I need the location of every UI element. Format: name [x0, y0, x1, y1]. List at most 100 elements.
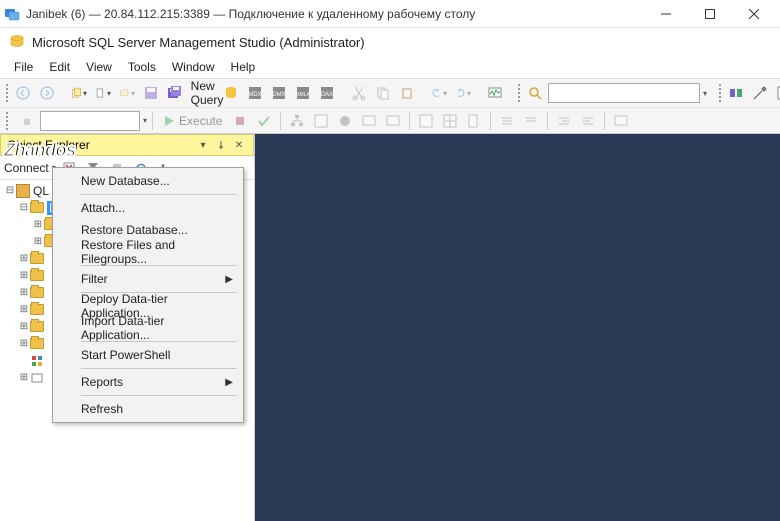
- menu-window[interactable]: Window: [164, 58, 223, 76]
- toolbar-row-1: ▾ ▾ ▾ New Query MDX DMX XMLA DAX ▾ ▾ ▾: [0, 79, 780, 107]
- svg-text:DMX: DMX: [272, 92, 285, 98]
- template-browser-button[interactable]: [773, 82, 780, 104]
- cm-restore-files[interactable]: Restore Files and Filegroups...: [55, 241, 241, 263]
- xevent-icon: [30, 371, 44, 385]
- svg-text:▦: ▦: [23, 117, 31, 126]
- close-button[interactable]: [732, 0, 776, 28]
- xmla-query-button[interactable]: XMLA: [292, 82, 314, 104]
- open-file-button[interactable]: ▾: [116, 82, 138, 104]
- search-input[interactable]: [548, 83, 700, 103]
- display-plan-button: [286, 110, 308, 132]
- menu-tools[interactable]: Tools: [120, 58, 164, 76]
- search-dropdown[interactable]: ▾: [703, 89, 707, 98]
- submenu-arrow-icon: ▶: [225, 274, 233, 285]
- cm-filter[interactable]: Filter ▶: [55, 268, 241, 290]
- toolbar-grip[interactable]: [6, 112, 12, 130]
- cm-label: Start PowerShell: [81, 348, 170, 362]
- new-project-button[interactable]: ▾: [68, 82, 90, 104]
- new-query-button[interactable]: New Query: [196, 82, 218, 104]
- expand-icon[interactable]: ⊞: [18, 253, 30, 264]
- toolbar-grip[interactable]: [6, 84, 8, 102]
- outdent-button: [577, 110, 599, 132]
- maximize-button[interactable]: [688, 0, 732, 28]
- folder-icon: [30, 321, 44, 332]
- cm-start-powershell[interactable]: Start PowerShell: [55, 344, 241, 366]
- rdp-title: Janibek (6) — 20.84.112.215:3389 — Подкл…: [26, 7, 644, 21]
- close-panel-button[interactable]: ✕: [231, 137, 247, 153]
- nav-back-button: [12, 82, 34, 104]
- folder-icon: [30, 253, 44, 264]
- cancel-query-button: [229, 110, 251, 132]
- expand-icon[interactable]: ⊞: [18, 270, 30, 281]
- cm-label: New Database...: [81, 174, 170, 188]
- toolbar-separator: [547, 112, 548, 130]
- save-all-button[interactable]: [164, 82, 186, 104]
- pin-icon[interactable]: [213, 137, 229, 153]
- indent-button: [553, 110, 575, 132]
- specify-values-button: [610, 110, 632, 132]
- folder-icon: [30, 287, 44, 298]
- menu-view[interactable]: View: [78, 58, 120, 76]
- toolbar-separator: [152, 112, 153, 130]
- client-stats-button: [382, 110, 404, 132]
- find-button[interactable]: [524, 82, 546, 104]
- collapse-icon[interactable]: ⊟: [18, 202, 30, 213]
- results-grid-button: [439, 110, 461, 132]
- cm-new-database[interactable]: New Database...: [55, 170, 241, 192]
- expand-icon[interactable]: ⊞: [18, 321, 30, 332]
- results-text-button: [415, 110, 437, 132]
- expand-icon[interactable]: ⊞: [18, 287, 30, 298]
- expand-icon[interactable]: ⊞: [18, 304, 30, 315]
- svg-text:MDX: MDX: [248, 92, 261, 98]
- cm-label: Reports: [81, 375, 123, 389]
- connect-button[interactable]: Connect: [4, 161, 49, 175]
- registered-servers-button[interactable]: [725, 82, 747, 104]
- folder-icon: [30, 338, 44, 349]
- expand-icon[interactable]: ⊞: [32, 236, 44, 247]
- include-plan-button: [310, 110, 332, 132]
- integration-services-icon: [30, 354, 44, 368]
- menu-file[interactable]: File: [6, 58, 41, 76]
- toolbar-grip[interactable]: [719, 84, 721, 102]
- menu-help[interactable]: Help: [223, 58, 264, 76]
- cm-label: Filter: [81, 272, 108, 286]
- cm-separator: [81, 368, 237, 369]
- object-explorer-header[interactable]: Object Explorer ▾ ✕: [0, 134, 254, 156]
- minimize-button[interactable]: [644, 0, 688, 28]
- toolbar-row-2: ▦ ▾ Execute: [0, 107, 780, 133]
- cm-attach[interactable]: Attach...: [55, 197, 241, 219]
- mdx-query-button[interactable]: MDX: [244, 82, 266, 104]
- database-combo-dropdown: ▾: [143, 116, 147, 125]
- cm-import-datatier[interactable]: Import Data-tier Application...: [55, 317, 241, 339]
- expand-icon[interactable]: ⊞: [32, 219, 44, 230]
- database-engine-query-button[interactable]: [220, 82, 242, 104]
- nav-forward-button: [36, 82, 58, 104]
- save-button: [140, 82, 162, 104]
- query-options-button: [334, 110, 356, 132]
- activity-monitor-button[interactable]: [484, 82, 506, 104]
- parse-button: [253, 110, 275, 132]
- expand-icon[interactable]: ⊞: [18, 338, 30, 349]
- menu-edit[interactable]: Edit: [41, 58, 78, 76]
- cm-separator: [81, 194, 237, 195]
- cm-refresh[interactable]: Refresh: [55, 398, 241, 420]
- expand-icon[interactable]: ⊞: [18, 372, 30, 383]
- panel-position-button[interactable]: ▾: [195, 137, 211, 153]
- ssms-icon: [8, 33, 26, 51]
- cm-label: Refresh: [81, 402, 123, 416]
- expand-icon: [18, 355, 30, 366]
- cm-reports[interactable]: Reports ▶: [55, 371, 241, 393]
- properties-button[interactable]: [749, 82, 771, 104]
- folder-icon: [30, 202, 44, 213]
- document-well: [255, 134, 780, 521]
- new-file-button[interactable]: ▾: [92, 82, 114, 104]
- dmx-query-button[interactable]: DMX: [268, 82, 290, 104]
- toolbar-grip[interactable]: [518, 84, 520, 102]
- folder-icon: [30, 270, 44, 281]
- toolbar-area: ▾ ▾ ▾ New Query MDX DMX XMLA DAX ▾ ▾ ▾: [0, 78, 780, 134]
- live-stats-button: [358, 110, 380, 132]
- toolbar-separator: [409, 112, 410, 130]
- dax-query-button[interactable]: DAX: [316, 82, 338, 104]
- collapse-icon[interactable]: ⊟: [4, 185, 16, 196]
- submenu-arrow-icon: ▶: [225, 377, 233, 388]
